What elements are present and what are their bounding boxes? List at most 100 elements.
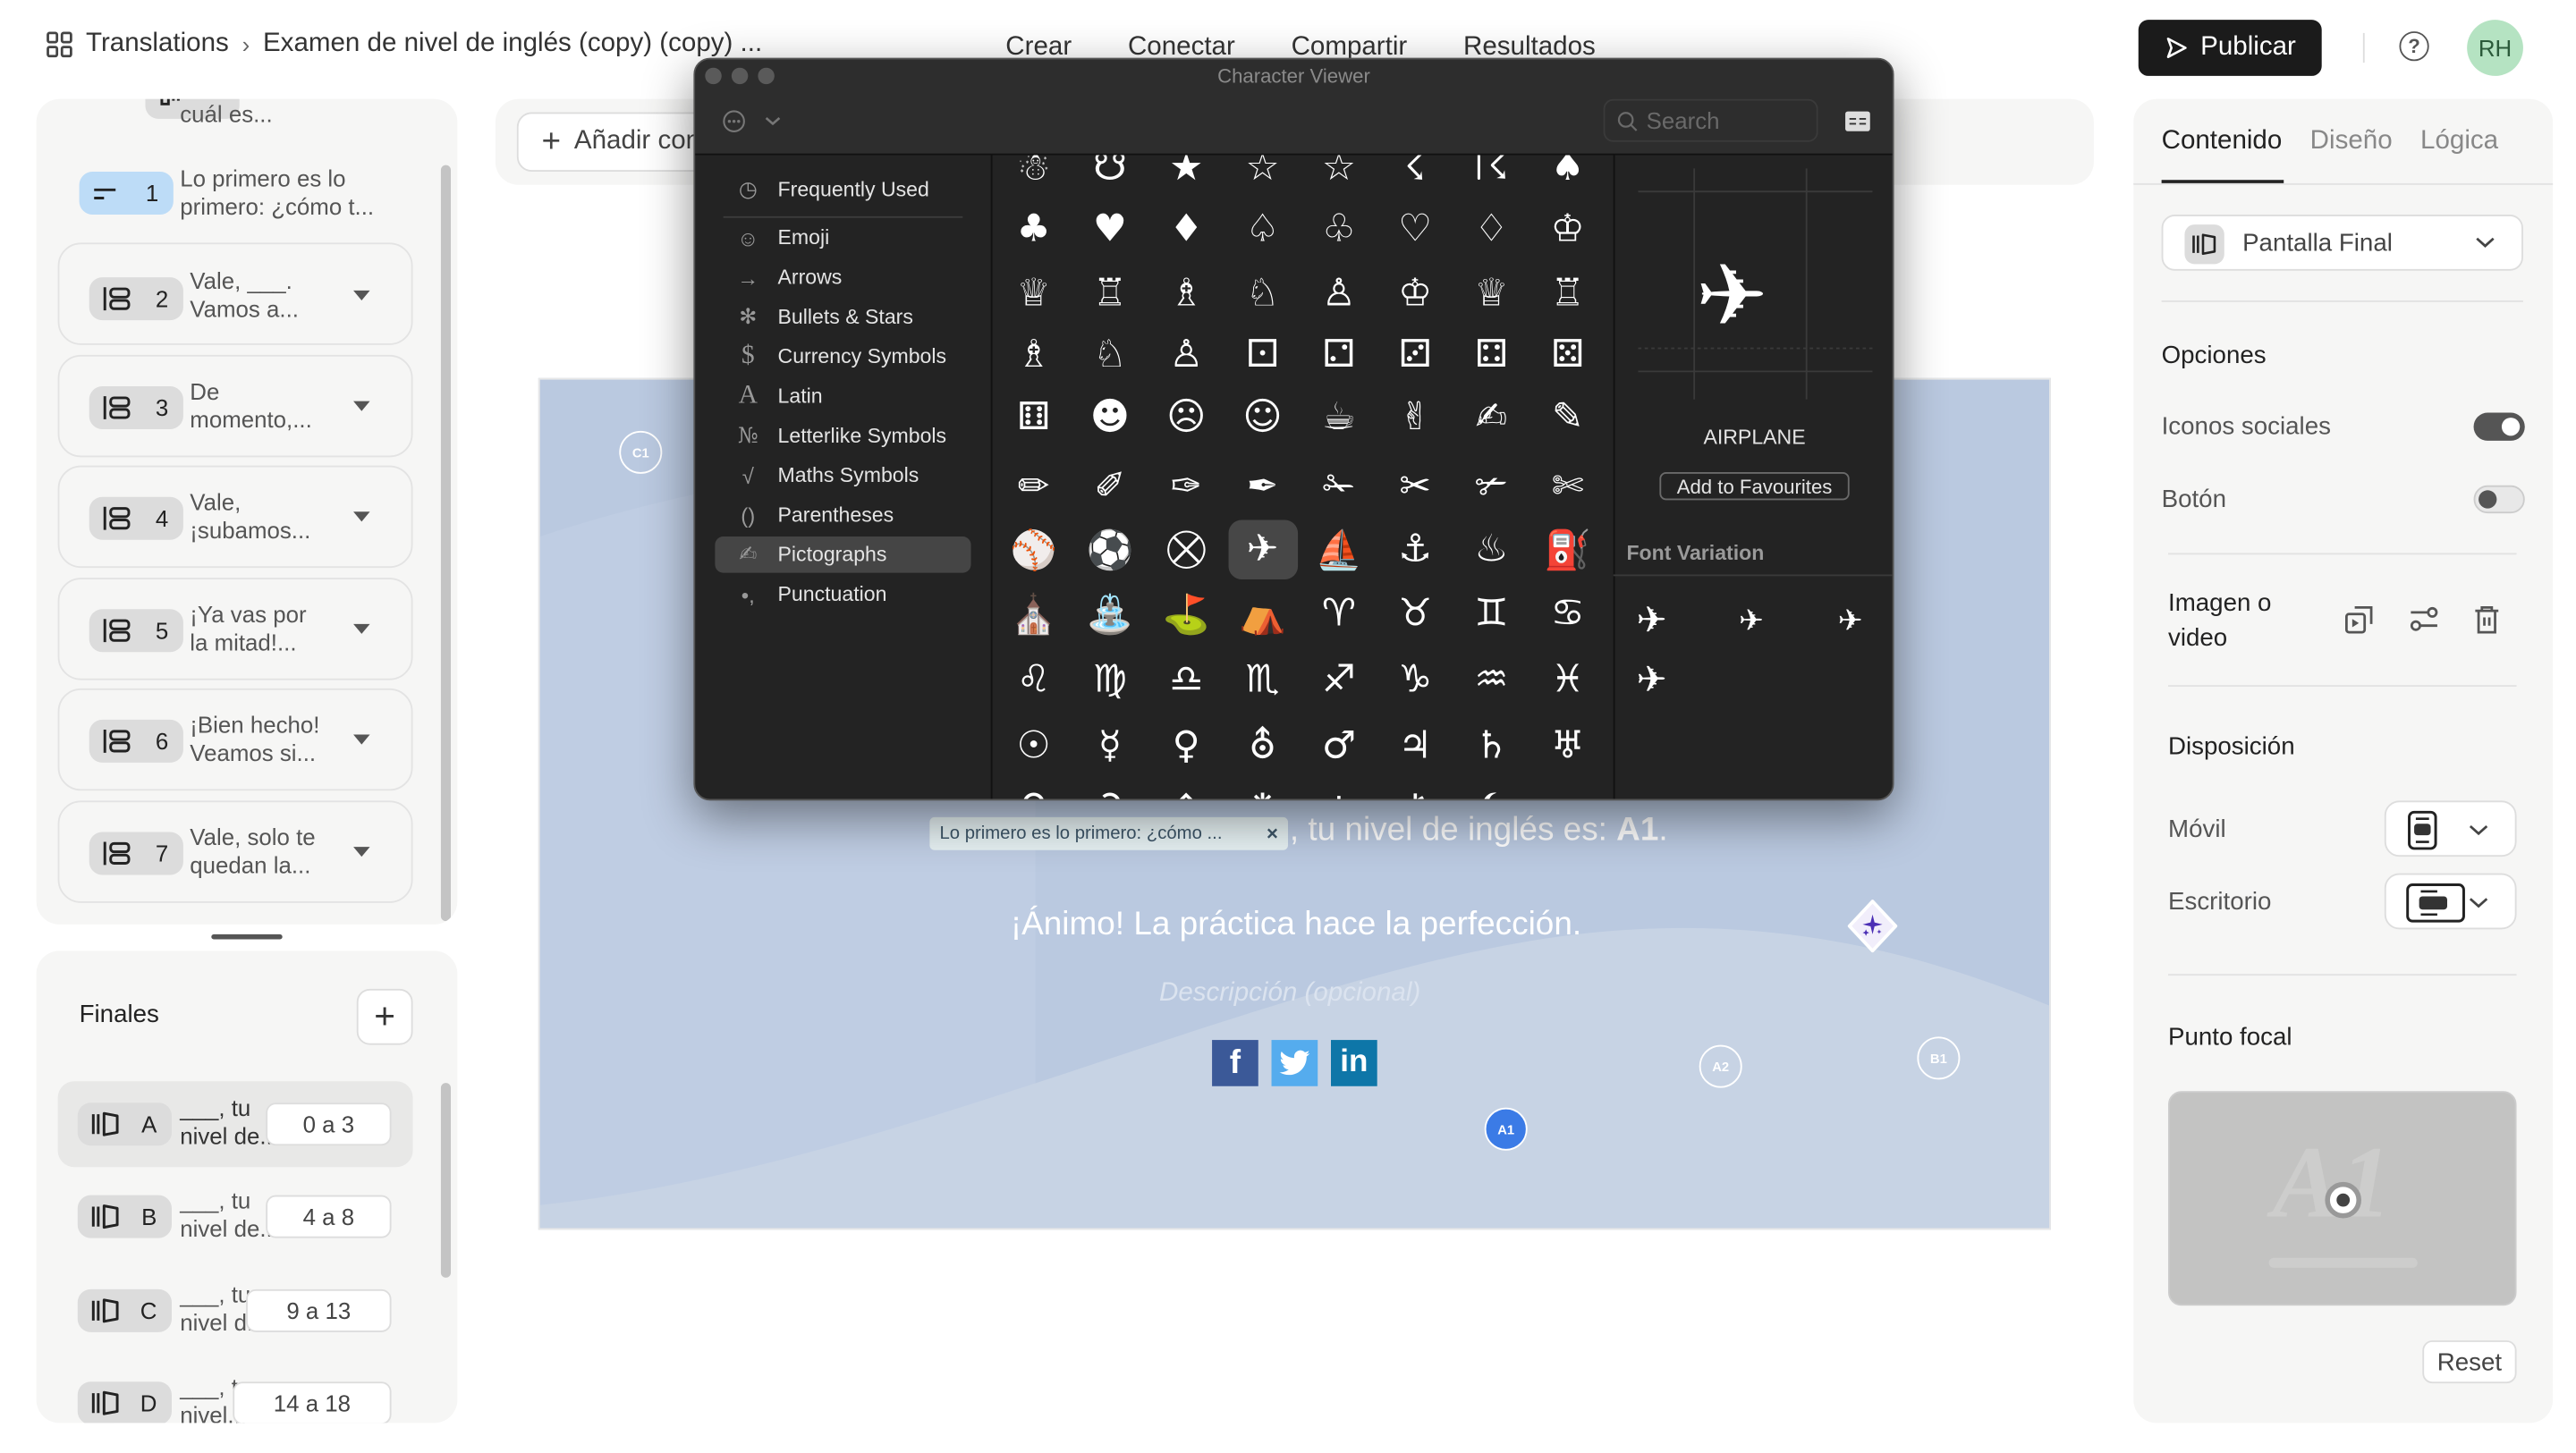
character-cell[interactable]: ♦ [1151, 199, 1221, 258]
character-cell[interactable]: ⛒ [1151, 520, 1221, 579]
character-cell[interactable]: ★ [1151, 156, 1221, 199]
category-arrows[interactable]: → Arrows [715, 259, 970, 296]
character-cell[interactable]: ☻ [1075, 388, 1145, 447]
button-toggle[interactable] [2473, 485, 2525, 514]
font-variation-glyph[interactable]: ✈ [1637, 601, 1667, 642]
question-item-6[interactable]: 6 ¡Bien hecho! Veamos si... [57, 688, 413, 791]
category-maths[interactable]: √ Maths Symbols [715, 457, 970, 494]
keyboard-viewer-icon[interactable] [1844, 111, 1871, 132]
character-viewer-titlebar[interactable]: Character Viewer Search [695, 59, 1893, 156]
character-cell[interactable]: ♓ [1533, 650, 1603, 709]
category-pictographs[interactable]: ✍ Pictographs [715, 536, 971, 573]
category-parentheses[interactable]: () Parentheses [715, 497, 970, 534]
ai-assist-button[interactable] [1846, 900, 1899, 953]
character-cell[interactable]: ♗ [1151, 264, 1221, 323]
endings-scrollbar[interactable] [440, 1083, 452, 1278]
character-cell[interactable]: ♏ [1228, 650, 1298, 709]
expand-caret-icon[interactable] [353, 290, 370, 301]
character-cell[interactable]: ♊ [1457, 585, 1527, 644]
character-cell[interactable]: ♙ [1304, 264, 1374, 323]
character-cell[interactable]: ✑ [1151, 457, 1221, 516]
expand-caret-icon[interactable] [353, 401, 370, 411]
character-cell[interactable]: ⛪ [999, 585, 1069, 644]
character-cell[interactable]: ♘ [1075, 325, 1145, 384]
character-cell[interactable]: ⚳ [1075, 779, 1145, 799]
character-cell[interactable]: ✁ [1304, 457, 1374, 516]
character-cell[interactable]: ✃ [1457, 457, 1527, 516]
character-cell[interactable]: ⚃ [1457, 325, 1527, 384]
breadcrumb-current[interactable]: Examen de nivel de inglés (copy) (copy) … [263, 30, 762, 59]
character-cell[interactable]: ⚂ [1380, 325, 1450, 384]
media-library-icon[interactable] [2345, 604, 2375, 634]
expand-caret-icon[interactable] [353, 734, 370, 745]
character-cell[interactable]: ♕ [1457, 264, 1527, 323]
ending-item-c[interactable]: C ___, tu nivel d... 9 a 13 [58, 1268, 413, 1354]
character-cell[interactable]: ✂ [1380, 457, 1450, 516]
focal-point-handle[interactable] [2325, 1181, 2362, 1219]
character-cell[interactable]: ♗ [999, 325, 1069, 384]
character-cell[interactable]: ⚴ [1151, 779, 1221, 799]
character-cell[interactable]: ♑ [1380, 650, 1450, 709]
tab-contenido[interactable]: Contenido [2162, 127, 2283, 156]
resize-handle[interactable] [211, 933, 283, 940]
character-cell[interactable]: ⛽ [1533, 520, 1603, 579]
character-cell[interactable]: ♔ [1380, 264, 1450, 323]
character-cell[interactable]: ⚽ [1075, 520, 1145, 579]
character-cell[interactable]: ☋ [1075, 156, 1145, 199]
character-cell[interactable]: ⚲ [999, 779, 1069, 799]
character-cell[interactable]: ⛳ [1151, 585, 1221, 644]
close-icon[interactable]: × [1267, 822, 1278, 845]
focal-point-picker[interactable]: A1 [2168, 1091, 2517, 1306]
character-cell[interactable]: ♖ [1075, 264, 1145, 323]
character-cell[interactable]: ♅ [1533, 716, 1603, 775]
character-cell[interactable]: ♧ [1304, 199, 1374, 258]
expand-caret-icon[interactable] [353, 511, 370, 522]
recall-pill[interactable]: Lo primero es lo primero: ¿cómo ... × [929, 816, 1289, 850]
character-cell[interactable]: ♄ [1457, 716, 1527, 775]
desktop-layout-select[interactable] [2384, 873, 2517, 930]
character-cell[interactable]: ⚓ [1380, 520, 1450, 579]
character-cell[interactable]: ♒ [1457, 650, 1527, 709]
character-cell[interactable]: ☈ [1457, 156, 1527, 199]
character-cell[interactable]: ♀ [1151, 716, 1221, 775]
questions-scrollbar[interactable] [440, 165, 452, 922]
question-item-2[interactable]: 2 Vale, ___. Vamos a... [57, 242, 413, 345]
character-cell[interactable]: ✏ [999, 457, 1069, 516]
character-cell[interactable]: ♡ [1380, 199, 1450, 258]
add-to-favourites-button[interactable]: Add to Favourites [1659, 472, 1850, 501]
category-currency[interactable]: $ Currency Symbols [715, 338, 970, 375]
character-cell[interactable]: ☕ [1304, 388, 1374, 447]
character-cell[interactable]: ⛺ [1228, 585, 1298, 644]
character-cell[interactable]: ♎ [1151, 650, 1221, 709]
character-cell[interactable]: ⚄ [1533, 325, 1603, 384]
category-emoji[interactable]: ☺ Emoji [715, 220, 970, 257]
ending-title[interactable]: , tu nivel de inglés es: A1. [1290, 812, 1668, 849]
ending-item-d[interactable]: D ___, tu nivel... 14 a 18 [58, 1360, 413, 1423]
expand-caret-icon[interactable] [353, 847, 370, 857]
character-cell[interactable]: ♘ [1228, 264, 1298, 323]
character-cell[interactable]: ⚸ [1457, 779, 1527, 799]
character-cell[interactable]: ♌ [999, 650, 1069, 709]
font-variation-glyph[interactable]: ✈ [1637, 660, 1667, 701]
character-cell[interactable]: ⚀ [1228, 325, 1298, 384]
font-variation-glyph[interactable]: ✈ [1739, 604, 1764, 639]
character-cell[interactable]: ⛢ [1228, 716, 1298, 775]
character-cell[interactable]: ✐ [1075, 457, 1145, 516]
description-field[interactable]: Descripción (opcional) [1159, 979, 1420, 1009]
character-cell[interactable]: ☃ [999, 156, 1069, 199]
character-cell[interactable]: ♕ [999, 264, 1069, 323]
screen-type-select[interactable]: Pantalla Final [2161, 215, 2523, 271]
grid-icon[interactable] [47, 31, 73, 58]
character-cell[interactable]: ⚅ [999, 388, 1069, 447]
character-cell[interactable]: ✎ [1533, 388, 1603, 447]
expand-caret-icon[interactable] [353, 623, 370, 634]
tab-logica[interactable]: Lógica [2420, 127, 2498, 156]
character-cell[interactable]: ♖ [1533, 264, 1603, 323]
category-latin[interactable]: A Latin [715, 378, 970, 415]
character-cell[interactable]: ⚶ [1304, 779, 1374, 799]
adjust-icon[interactable] [2410, 606, 2439, 633]
more-options-icon[interactable] [722, 109, 747, 134]
character-cell[interactable]: ♍ [1075, 650, 1145, 709]
character-cell[interactable]: ✄ [1533, 457, 1603, 516]
ending-subtitle[interactable]: ¡Ánimo! La práctica hace la perfección. [1011, 907, 1581, 944]
